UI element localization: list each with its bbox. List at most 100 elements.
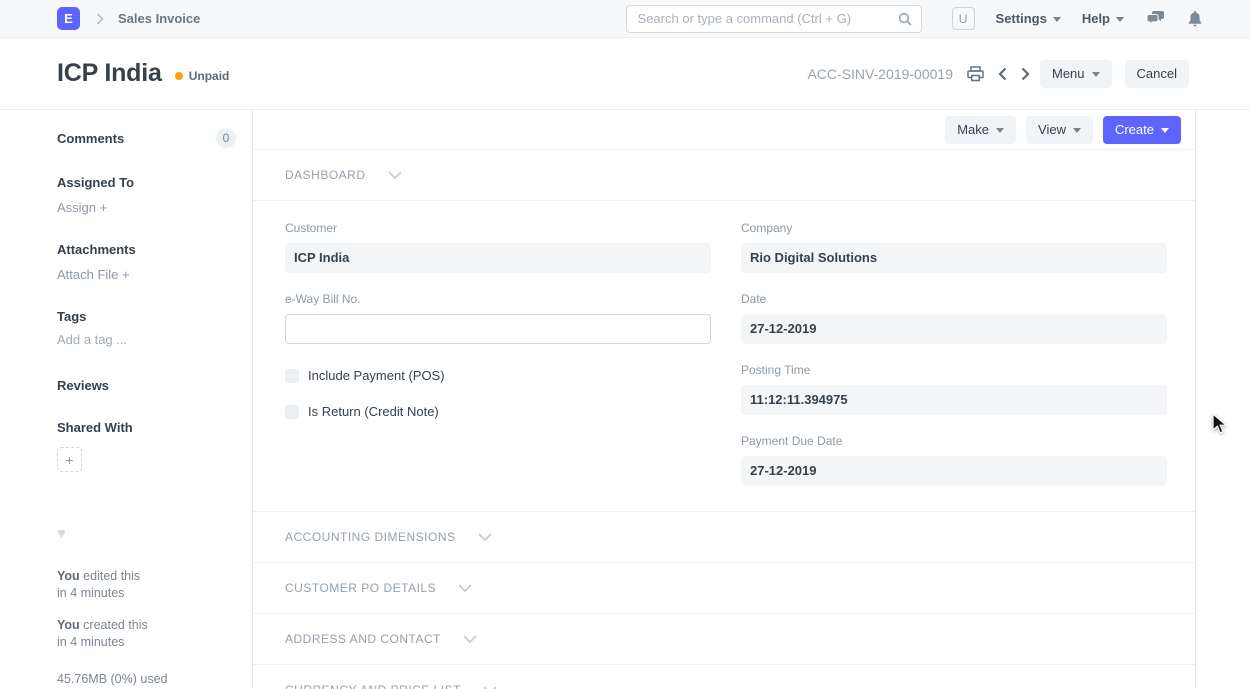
chevron-down-icon <box>1073 128 1081 133</box>
cancel-button[interactable]: Cancel <box>1125 60 1189 88</box>
search-icon[interactable] <box>897 11 913 32</box>
chevron-down-icon <box>1053 17 1061 22</box>
settings-menu[interactable]: Settings <box>996 11 1061 26</box>
user-avatar[interactable]: U <box>952 7 975 30</box>
make-button-label: Make <box>957 122 989 137</box>
reviews-heading: Reviews <box>57 378 236 393</box>
company-value[interactable]: Rio Digital Solutions <box>741 243 1167 273</box>
like-heart-icon[interactable]: ♥ <box>57 525 236 542</box>
section-address-and-contact[interactable]: ADDRESS AND CONTACT <box>253 614 1195 665</box>
page-body: Comments 0 Assigned To Assign + Attachme… <box>0 110 1250 689</box>
header-actions: ACC-SINV-2019-00019 Menu Cancel <box>807 60 1189 88</box>
add-share-button[interactable]: + <box>57 447 82 472</box>
tags-heading: Tags <box>57 309 236 324</box>
field-posting-time: Posting Time 11:12:11.394975 <box>741 363 1167 415</box>
chevron-down-icon <box>463 635 477 643</box>
activity-edited: You edited this in 4 minutes <box>57 568 236 602</box>
breadcrumb-chevron-icon <box>96 13 104 25</box>
date-value[interactable]: 27-12-2019 <box>741 314 1167 344</box>
search-input[interactable] <box>626 5 922 33</box>
status-indicator: Unpaid <box>175 69 230 83</box>
form-column-left: Customer ICP India e-Way Bill No. Includ… <box>285 221 711 505</box>
include-payment-checkbox-row[interactable]: Include Payment (POS) <box>285 368 711 383</box>
global-search <box>626 5 922 33</box>
document-id[interactable]: ACC-SINV-2019-00019 <box>807 66 953 82</box>
mouse-cursor <box>1212 413 1228 435</box>
notifications-bell-icon[interactable] <box>1188 11 1202 27</box>
activity-action: created this <box>80 618 148 632</box>
chat-icon[interactable] <box>1147 11 1165 26</box>
right-gutter <box>1196 110 1250 689</box>
chevron-down-icon <box>996 128 1004 133</box>
activity-action: edited this <box>80 569 140 583</box>
section-dashboard[interactable]: DASHBOARD <box>253 150 1195 201</box>
page-header: ICP India Unpaid ACC-SINV-2019-00019 Men <box>0 38 1250 110</box>
main-content: Make View Create DASHBOARD <box>253 110 1196 689</box>
help-label: Help <box>1082 11 1110 26</box>
eway-bill-input[interactable] <box>285 314 711 344</box>
breadcrumb[interactable]: Sales Invoice <box>118 11 200 26</box>
settings-label: Settings <box>996 11 1047 26</box>
section-title: ACCOUNTING DIMENSIONS <box>285 530 456 544</box>
section-title: ADDRESS AND CONTACT <box>285 632 441 646</box>
field-payment-due-date: Payment Due Date 27-12-2019 <box>741 434 1167 486</box>
app-logo[interactable]: E <box>57 7 80 30</box>
status-badge: Unpaid <box>189 69 230 83</box>
payment-due-date-value[interactable]: 27-12-2019 <box>741 456 1167 486</box>
attach-file-label: Attach File <box>57 267 118 282</box>
comments-count-badge: 0 <box>216 128 236 148</box>
menu-button-label: Menu <box>1052 66 1085 81</box>
is-return-checkbox-row[interactable]: Is Return (Credit Note) <box>285 404 711 419</box>
print-icon[interactable] <box>967 66 984 82</box>
chevron-down-icon <box>1092 72 1100 77</box>
customer-value[interactable]: ICP India <box>285 243 711 273</box>
is-return-label: Is Return (Credit Note) <box>308 404 439 419</box>
view-button[interactable]: View <box>1026 116 1093 144</box>
assign-button[interactable]: Assign + <box>57 200 236 215</box>
payment-due-date-label: Payment Due Date <box>741 434 1167 448</box>
create-button-label: Create <box>1115 122 1154 137</box>
form-section-main: Customer ICP India e-Way Bill No. Includ… <box>253 201 1195 512</box>
eway-bill-label: e-Way Bill No. <box>285 292 711 306</box>
prev-document-icon[interactable] <box>998 67 1007 81</box>
storage-usage: 45.76MB (0%) used <box>57 672 236 686</box>
form-toolbar: Make View Create <box>253 110 1195 150</box>
activity-when: in 4 minutes <box>57 635 124 649</box>
section-accounting-dimensions[interactable]: ACCOUNTING DIMENSIONS <box>253 512 1195 563</box>
plus-icon: + <box>122 267 130 282</box>
posting-time-value[interactable]: 11:12:11.394975 <box>741 385 1167 415</box>
posting-time-label: Posting Time <box>741 363 1167 377</box>
add-tag-input[interactable]: Add a tag ... <box>57 332 236 347</box>
checkbox-unchecked-icon[interactable] <box>285 405 299 419</box>
navbar-right: U Settings Help <box>626 5 1202 33</box>
chevron-down-icon <box>388 171 402 179</box>
activity-when: in 4 minutes <box>57 586 124 600</box>
make-button[interactable]: Make <box>945 116 1016 144</box>
chevron-down-icon <box>1116 17 1124 22</box>
section-customer-po-details[interactable]: CUSTOMER PO DETAILS <box>253 563 1195 614</box>
navbar: E Sales Invoice U Settings Help <box>0 0 1250 38</box>
plus-icon: + <box>65 452 73 468</box>
form-column-right: Company Rio Digital Solutions Date 27-12… <box>741 221 1167 505</box>
company-label: Company <box>741 221 1167 235</box>
customer-label: Customer <box>285 221 711 235</box>
plus-icon: + <box>100 200 108 215</box>
field-customer: Customer ICP India <box>285 221 711 273</box>
comments-label: Comments <box>57 131 124 146</box>
create-button[interactable]: Create <box>1103 116 1181 144</box>
app-root: E Sales Invoice U Settings Help <box>0 0 1250 689</box>
include-payment-label: Include Payment (POS) <box>308 368 445 383</box>
attachments-heading: Attachments <box>57 242 236 257</box>
checkbox-unchecked-icon[interactable] <box>285 369 299 383</box>
help-menu[interactable]: Help <box>1082 11 1124 26</box>
cancel-button-label: Cancel <box>1137 66 1177 81</box>
section-title: CUSTOMER PO DETAILS <box>285 581 436 595</box>
activity-who: You <box>57 569 80 583</box>
section-currency-and-price-list[interactable]: CURRENCY AND PRICE LIST <box>253 665 1195 689</box>
shared-with-heading: Shared With <box>57 420 236 435</box>
chevron-down-icon <box>1161 128 1169 133</box>
next-document-icon[interactable] <box>1021 67 1030 81</box>
menu-button[interactable]: Menu <box>1040 60 1112 88</box>
attach-file-button[interactable]: Attach File + <box>57 267 236 282</box>
sidebar-item-comments[interactable]: Comments 0 <box>57 128 236 148</box>
